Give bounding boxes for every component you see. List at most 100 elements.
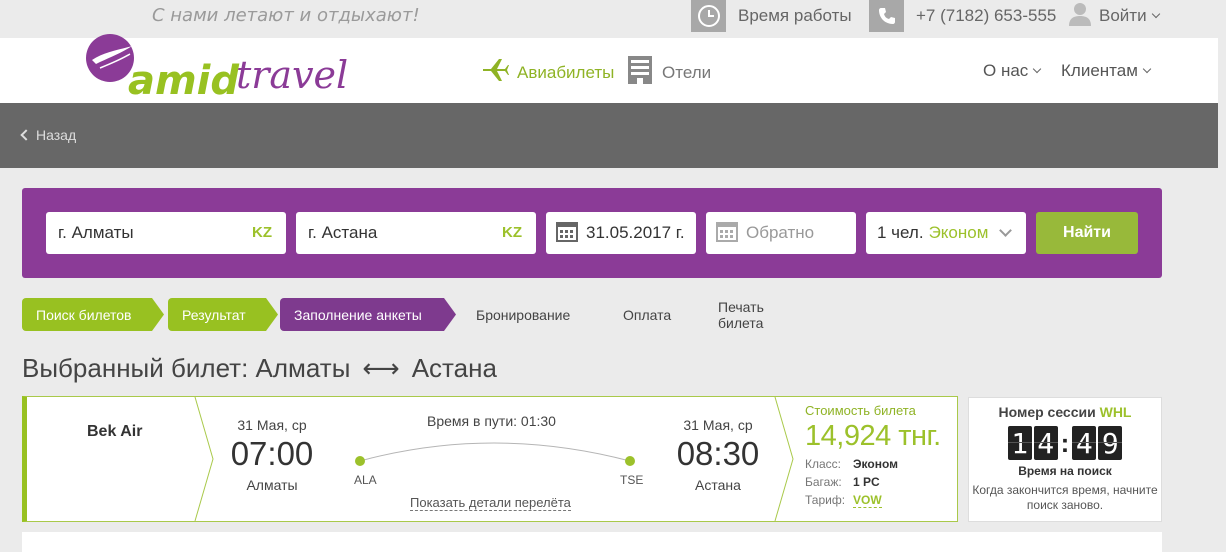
nav-clients[interactable]: Клиентам bbox=[1061, 61, 1152, 81]
search-panel: г. Алматы KZ г. Астана KZ 31.05.2017 г. … bbox=[22, 188, 1162, 278]
phone-link[interactable]: +7 (7182) 653-555 bbox=[869, 0, 1056, 32]
step-payment: Оплата bbox=[623, 298, 671, 331]
travel-class: Эконом bbox=[928, 223, 989, 242]
arrival-block: 31 Мая, ср 08:30 Астана bbox=[663, 417, 773, 493]
step-label: Заполнение анкеты bbox=[294, 306, 422, 323]
departure-time: 07:00 bbox=[230, 435, 314, 472]
passengers-count: 1 чел. bbox=[877, 223, 924, 242]
nav-hotels-label: Отели bbox=[662, 62, 712, 82]
title-prefix: Выбранный билет: Алматы bbox=[22, 353, 351, 383]
departure-city: Алматы bbox=[246, 477, 298, 493]
find-button[interactable]: Найти bbox=[1036, 212, 1138, 254]
to-city-value: г. Астана bbox=[308, 223, 378, 242]
return-date-placeholder: Обратно bbox=[746, 223, 815, 242]
arrival-date: 31 Мая, ср bbox=[683, 417, 753, 433]
passengers-select[interactable]: 1 чел. Эконом bbox=[866, 212, 1026, 254]
departure-date-value: 31.05.2017 г. bbox=[586, 223, 685, 242]
step-print: Печать билета bbox=[718, 298, 764, 331]
from-city-input[interactable]: г. Алматы KZ bbox=[46, 212, 286, 254]
calendar-icon bbox=[556, 220, 578, 247]
flight-details-link[interactable]: Показать детали перелёта bbox=[410, 495, 571, 511]
airline-name: Bek Air bbox=[87, 423, 143, 440]
price-label: Стоимость билета bbox=[805, 403, 916, 418]
slogan: С нами летают и отдыхают! bbox=[152, 5, 420, 26]
back-link[interactable]: Назад bbox=[20, 127, 77, 143]
departure-date: 31 Мая, ср bbox=[237, 417, 307, 433]
ticket-divider bbox=[774, 397, 794, 522]
working-hours-link[interactable]: Время работы bbox=[691, 0, 852, 32]
ticket-divider bbox=[194, 397, 214, 522]
return-date-input[interactable]: Обратно bbox=[706, 212, 856, 254]
session-box: Номер сессии WHL 1 4 : 4 9 Время на поис… bbox=[968, 397, 1162, 522]
nav-flights-label: Авиабилеты bbox=[517, 62, 615, 82]
route-arc bbox=[355, 442, 635, 466]
session-code: WHL bbox=[1099, 404, 1132, 420]
arrival-city: Астана bbox=[695, 477, 741, 493]
step-form: Заполнение анкеты bbox=[280, 298, 456, 331]
login-dropdown[interactable]: Войти bbox=[1069, 0, 1160, 32]
session-timer: 1 4 : 4 9 bbox=[969, 426, 1161, 460]
timer-digit: 9 bbox=[1098, 426, 1123, 460]
step-label: Оплата bbox=[623, 306, 672, 323]
user-icon bbox=[1069, 2, 1091, 31]
hotel-icon bbox=[627, 55, 653, 90]
logo[interactable]: amid travel bbox=[86, 24, 356, 104]
price-block: Стоимость билета 14,924 тнг. Класс: Экон… bbox=[805, 403, 955, 508]
clock-icon bbox=[691, 0, 726, 32]
nav-about[interactable]: О нас bbox=[983, 61, 1042, 81]
baggage-key: Багаж: bbox=[805, 475, 842, 489]
step-label: Результат bbox=[182, 306, 246, 323]
back-bar: Назад bbox=[0, 103, 1218, 168]
svg-text:amid: amid bbox=[128, 58, 239, 104]
back-label: Назад bbox=[36, 127, 77, 143]
baggage-row: Багаж: 1 PC bbox=[805, 475, 955, 489]
chevron-left-icon bbox=[20, 129, 32, 141]
phone-number: +7 (7182) 653-555 bbox=[916, 6, 1057, 25]
title-suffix: Астана bbox=[411, 353, 497, 383]
chevron-down-icon bbox=[1142, 64, 1152, 74]
login-label: Войти bbox=[1099, 6, 1147, 25]
site-header: amid travel Авиабилеты Отели О нас Клиен… bbox=[0, 34, 1218, 104]
baggage-value: 1 PC bbox=[853, 475, 880, 489]
departure-date-input[interactable]: 31.05.2017 г. bbox=[546, 212, 696, 254]
class-value: Эконом bbox=[853, 457, 899, 471]
double-arrow-icon: ⟷ bbox=[362, 353, 400, 383]
step-label: Поиск билетов bbox=[36, 306, 132, 323]
step-search[interactable]: Поиск билетов bbox=[22, 298, 164, 331]
phone-icon bbox=[869, 0, 904, 32]
timer-colon: : bbox=[1060, 427, 1070, 458]
tariff-row: Тариф: VOW bbox=[805, 493, 955, 508]
ticket-card: Bek Air 31 Мая, ср 07:00 Алматы Время в … bbox=[22, 396, 958, 522]
travel-time: Время в пути: 01:30 bbox=[427, 413, 556, 429]
departure-block: 31 Мая, ср 07:00 Алматы bbox=[217, 417, 327, 493]
timer-digit: 1 bbox=[1007, 426, 1032, 460]
calendar-icon bbox=[716, 220, 738, 247]
session-note: Когда закончится время, начните поиск за… bbox=[972, 483, 1158, 512]
airplane-icon bbox=[481, 57, 509, 88]
session-title: Номер сессии WHL bbox=[969, 404, 1161, 420]
chevron-down-icon bbox=[1033, 64, 1042, 74]
nav-flights[interactable]: Авиабилеты bbox=[481, 57, 614, 88]
svg-text:travel: travel bbox=[236, 53, 348, 97]
step-result[interactable]: Результат bbox=[168, 298, 278, 331]
chevron-down-icon bbox=[1151, 9, 1160, 19]
chevron-down-icon bbox=[999, 224, 1012, 237]
nav-about-label: О нас bbox=[983, 61, 1029, 80]
working-hours-label: Время работы bbox=[738, 6, 852, 25]
next-card bbox=[22, 532, 1162, 552]
arrival-time: 08:30 bbox=[676, 435, 760, 472]
to-country-code: KZ bbox=[502, 224, 522, 241]
tariff-key: Тариф: bbox=[805, 493, 846, 507]
from-country-code: KZ bbox=[252, 224, 272, 241]
nav-clients-label: Клиентам bbox=[1061, 61, 1138, 80]
route-block: Время в пути: 01:30 ALA TSE Показать дет… bbox=[347, 411, 647, 519]
timer-digit: 4 bbox=[1033, 426, 1058, 460]
to-city-input[interactable]: г. Астана KZ bbox=[296, 212, 536, 254]
session-title-text: Номер сессии bbox=[998, 404, 1096, 420]
tariff-link[interactable]: VOW bbox=[853, 493, 882, 508]
class-row: Класс: Эконом bbox=[805, 457, 955, 471]
session-subtitle: Время на поиск bbox=[1018, 464, 1112, 478]
nav-hotels[interactable]: Отели bbox=[627, 55, 711, 90]
class-key: Класс: bbox=[805, 457, 841, 471]
departure-airport-code: ALA bbox=[354, 473, 377, 487]
